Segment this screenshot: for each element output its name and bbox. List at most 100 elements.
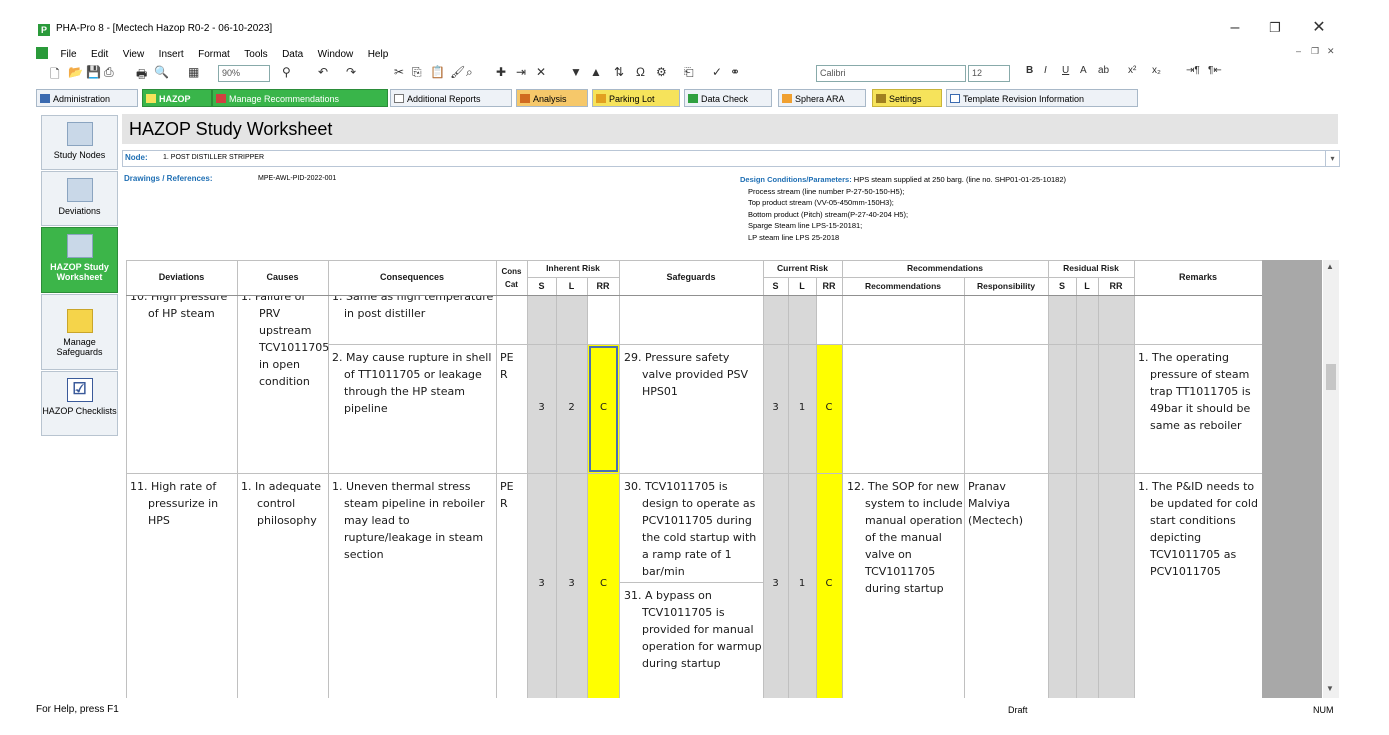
deviation-cell[interactable]: 11. High rate of pressurize in HPS: [130, 478, 234, 529]
insert-child-icon[interactable]: ⇥: [516, 65, 526, 79]
deviation-cell[interactable]: 10. High pressure of HP steam: [130, 296, 234, 322]
vertical-scrollbar[interactable]: ▲ ▼: [1323, 260, 1339, 698]
sidebar-item-study-nodes[interactable]: Study Nodes: [41, 115, 118, 170]
font-name-select[interactable]: Calibri: [816, 65, 966, 82]
undo-icon[interactable]: ↶: [318, 65, 328, 79]
header-inherent-rr[interactable]: RR: [587, 281, 619, 291]
header-inherent-risk[interactable]: Inherent Risk: [527, 263, 619, 273]
italic-button[interactable]: I: [1044, 65, 1047, 76]
menu-format[interactable]: Format: [198, 49, 230, 60]
paste-icon[interactable]: 📋: [430, 65, 445, 79]
filter-icon[interactable]: ⚲: [282, 65, 291, 79]
menu-window[interactable]: Window: [318, 49, 354, 60]
superscript-icon[interactable]: x²: [1128, 65, 1136, 76]
responsibility-cell[interactable]: Pranav Malviya (Mectech): [968, 478, 1046, 529]
tab-template-revision-information[interactable]: Template Revision Information: [946, 89, 1138, 107]
export-icon[interactable]: ⎙: [104, 65, 114, 80]
menu-view[interactable]: View: [123, 49, 145, 60]
redo-icon[interactable]: ↷: [346, 65, 356, 79]
sidebar-item-hazop-checklists[interactable]: ☑ HAZOP Checklists: [41, 371, 118, 436]
find-icon[interactable]: ⌕: [466, 65, 473, 80]
sidebar-item-hazop-study-worksheet[interactable]: HAZOP Study Worksheet: [41, 227, 118, 293]
tab-sphera-ara[interactable]: Sphera ARA: [778, 89, 866, 107]
subscript-icon[interactable]: x₂: [1152, 65, 1161, 76]
save-icon[interactable]: 💾: [86, 65, 101, 79]
scroll-up-icon[interactable]: ▲: [1326, 262, 1334, 271]
menu-data[interactable]: Data: [282, 49, 303, 60]
header-current-risk[interactable]: Current Risk: [763, 263, 842, 273]
ltr-icon[interactable]: ⇥¶: [1186, 65, 1200, 76]
node-select[interactable]: Node: 1. POST DISTILLER STRIPPER ▾: [122, 150, 1340, 167]
insert-row-icon[interactable]: ✚: [496, 65, 506, 79]
sidebar-item-deviations[interactable]: Deviations: [41, 171, 118, 226]
header-causes[interactable]: Causes: [237, 272, 328, 282]
cause-cell[interactable]: 1. Failure of PRV upstream TCV1011705 in…: [241, 296, 329, 390]
rtl-icon[interactable]: ¶⇤: [1208, 65, 1222, 76]
safeguard-cell[interactable]: 31. A bypass on TCV1011705 is provided f…: [624, 587, 762, 672]
mdi-minimize-icon[interactable]: –: [1296, 46, 1301, 56]
move-up-icon[interactable]: ▲: [590, 65, 602, 79]
cause-cell[interactable]: 1. In adequate control philosophy: [241, 478, 327, 529]
tab-hazop[interactable]: HAZOP: [142, 89, 212, 107]
header-consequences[interactable]: Consequences: [328, 272, 496, 282]
grid-icon[interactable]: ▦: [188, 65, 199, 79]
header-current-l[interactable]: L: [788, 281, 816, 291]
cons-cat-cell[interactable]: PER: [500, 349, 520, 383]
restore-button[interactable]: ❐: [1260, 18, 1290, 38]
remarks-cell[interactable]: 1. The P&ID needs to be updated for cold…: [1138, 478, 1260, 580]
new-icon[interactable]: 🗋: [50, 65, 60, 86]
move-down-icon[interactable]: ▼: [570, 65, 582, 79]
consequence-cell[interactable]: 2. May cause rupture in shell of TT10117…: [332, 349, 494, 417]
binoculars-icon[interactable]: ⚭: [730, 65, 740, 79]
close-button[interactable]: ✕: [1304, 18, 1334, 38]
consequence-cell[interactable]: 1. Uneven thermal stress steam pipeline …: [332, 478, 494, 563]
zoom-select[interactable]: 90%: [218, 65, 270, 82]
table-row[interactable]: 11. High rate of pressurize in HPS 1. In…: [126, 474, 1262, 698]
header-inherent-l[interactable]: L: [556, 281, 587, 291]
menu-tools[interactable]: Tools: [244, 49, 267, 60]
safeguard-cell[interactable]: 30. TCV1011705 is design to operate as P…: [624, 478, 762, 580]
header-recommendations[interactable]: Recommendations: [842, 281, 964, 291]
tab-administration[interactable]: Administration: [36, 89, 138, 107]
bold-button[interactable]: B: [1026, 65, 1033, 76]
cut-icon[interactable]: ✂: [394, 65, 404, 79]
header-residual-rr[interactable]: RR: [1098, 281, 1134, 291]
font-color-icon[interactable]: A: [1080, 65, 1087, 76]
scroll-thumb[interactable]: [1326, 364, 1336, 390]
tab-analysis[interactable]: Analysis: [516, 89, 588, 107]
chevron-down-icon[interactable]: ▾: [1325, 151, 1339, 166]
sidebar-item-manage-safeguards[interactable]: Manage Safeguards: [41, 294, 118, 370]
remarks-cell[interactable]: 1. The operating pressure of steam trap …: [1138, 349, 1260, 434]
menu-help[interactable]: Help: [368, 49, 389, 60]
highlight-icon[interactable]: ab: [1098, 65, 1109, 76]
header-remarks[interactable]: Remarks: [1134, 272, 1262, 282]
omega-icon[interactable]: Ω: [636, 65, 645, 79]
print-icon[interactable]: 🖶: [136, 65, 147, 86]
menu-edit[interactable]: Edit: [91, 49, 108, 60]
format-painter-icon[interactable]: 🖌: [450, 65, 465, 79]
header-residual-s[interactable]: S: [1048, 281, 1076, 291]
header-current-rr[interactable]: RR: [816, 281, 842, 291]
tab-settings[interactable]: Settings: [872, 89, 942, 107]
open-icon[interactable]: 📂: [68, 65, 83, 79]
header-current-s[interactable]: S: [763, 281, 788, 291]
table-row[interactable]: 10. High pressure of HP steam 1. Failure…: [126, 296, 1262, 473]
spell-check-icon[interactable]: ✓: [712, 65, 722, 79]
copy-icon[interactable]: ⎘: [412, 65, 422, 80]
header-deviations[interactable]: Deviations: [126, 272, 237, 282]
underline-button[interactable]: U: [1062, 65, 1069, 76]
settings-icon[interactable]: ⚙: [656, 65, 667, 79]
header-inherent-s[interactable]: S: [527, 281, 556, 291]
recommendation-cell[interactable]: 12. The SOP for new system to include ma…: [847, 478, 963, 597]
attach-icon[interactable]: ⎗: [684, 65, 694, 80]
mdi-restore-icon[interactable]: ❐: [1311, 46, 1319, 57]
delete-icon[interactable]: ✕: [536, 65, 546, 79]
header-cons-cat[interactable]: Cons Cat: [496, 265, 527, 291]
safeguard-cell[interactable]: 29. Pressure safety valve provided PSV H…: [624, 349, 762, 400]
scroll-down-icon[interactable]: ▼: [1326, 684, 1334, 693]
tab-additional-reports[interactable]: Additional Reports: [390, 89, 512, 107]
menu-insert[interactable]: Insert: [159, 49, 184, 60]
cons-cat-cell[interactable]: PER: [500, 478, 520, 512]
menu-file[interactable]: File: [60, 49, 76, 60]
tab-manage-recommendations[interactable]: Manage Recommendations: [212, 89, 388, 107]
